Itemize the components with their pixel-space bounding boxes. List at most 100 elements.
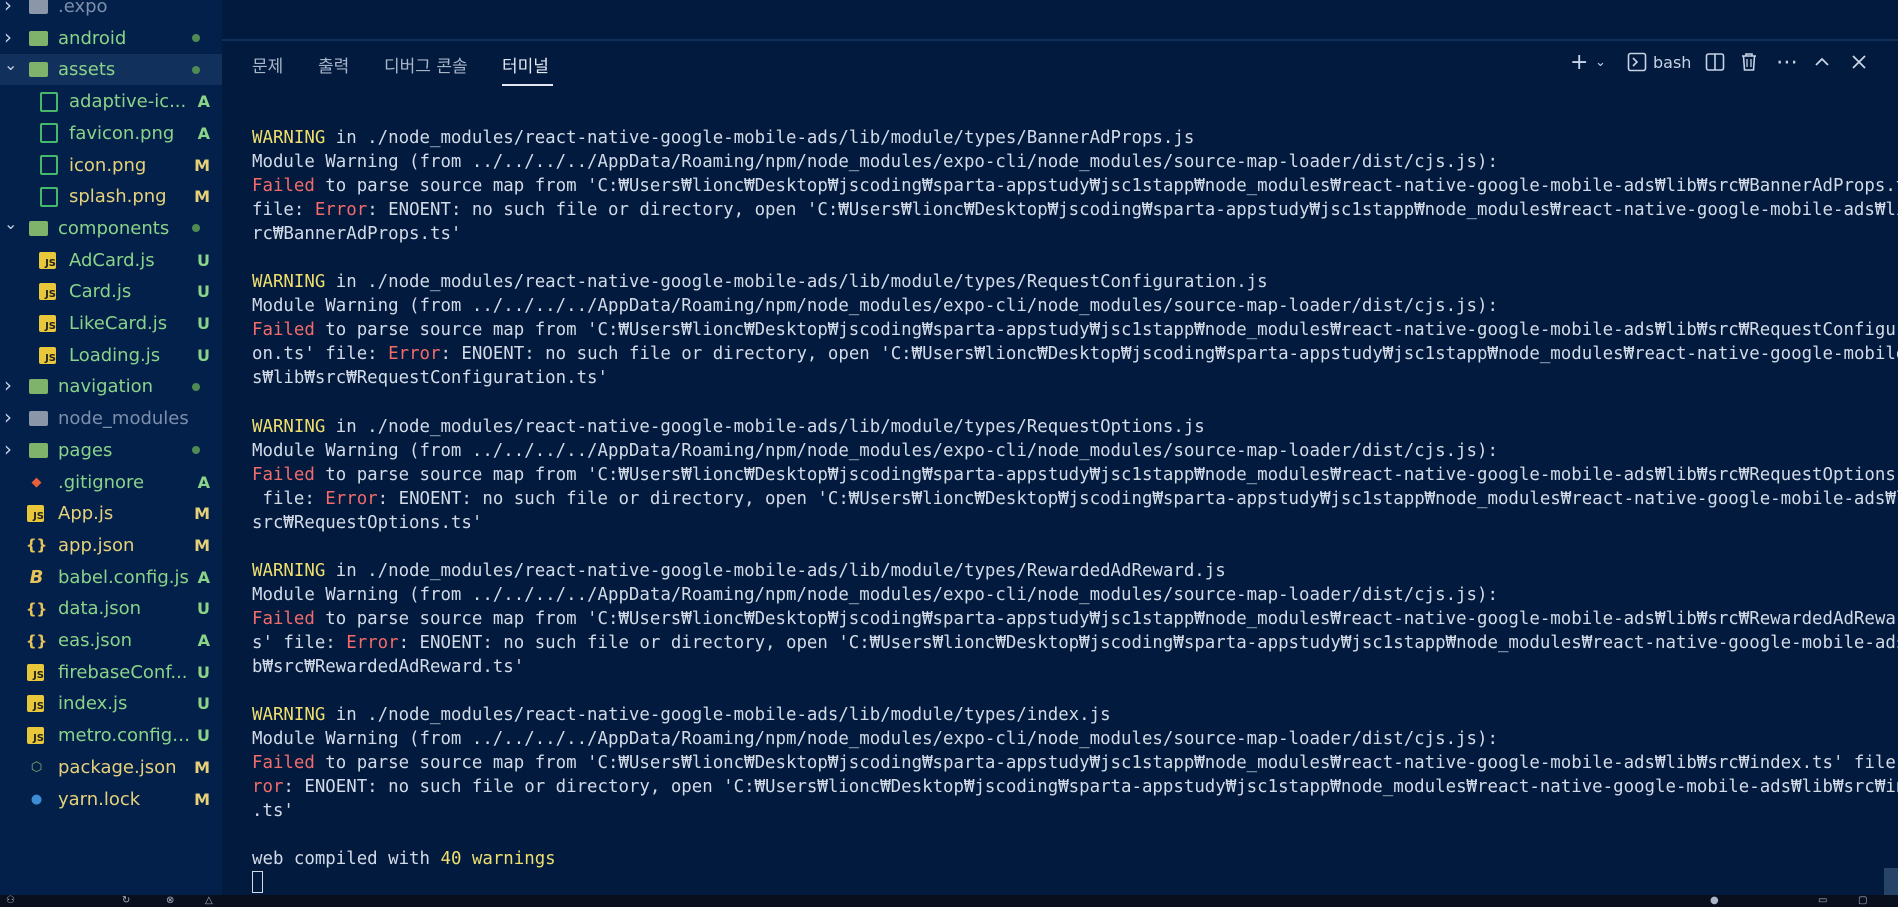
- explorer-item[interactable]: ◆ .gitignore A: [0, 467, 222, 498]
- terminal-output[interactable]: WARNING in ./node_modules/react-native-g…: [252, 126, 1898, 897]
- explorer-item[interactable]: ● yarn.lock M: [0, 784, 222, 815]
- tab-output[interactable]: 출력: [318, 52, 349, 77]
- explorer-item[interactable]: JS App.js M: [0, 498, 222, 529]
- javascript-file-icon: JS: [39, 251, 56, 269]
- explorer-item[interactable]: ⬡ package.json M: [0, 752, 222, 783]
- folder-icon: [29, 0, 48, 16]
- folder-icon: [29, 441, 48, 460]
- git-status-badge: M: [194, 535, 210, 555]
- maximize-panel-icon[interactable]: [1813, 50, 1831, 76]
- git-status-badge: M: [194, 187, 210, 207]
- explorer-item-label: Card.js: [69, 281, 132, 303]
- terminal-line: Failed to parse source map from 'C:₩User…: [252, 174, 1898, 198]
- tab-debug-console[interactable]: 디버그 콘솔: [384, 52, 468, 77]
- explorer-item[interactable]: JS AdCard.js U: [0, 245, 222, 276]
- tab-terminal[interactable]: 터미널: [502, 52, 549, 77]
- warnings-icon[interactable]: △: [205, 896, 219, 906]
- chevron-down-icon[interactable]: ⌄: [4, 57, 18, 73]
- explorer-item[interactable]: JS Loading.js U: [0, 340, 222, 371]
- account-icon[interactable]: ●: [1710, 896, 1724, 906]
- chevron-right-icon[interactable]: ›: [4, 407, 18, 427]
- terminal-line: Module Warning (from ../../../../AppData…: [252, 294, 1872, 318]
- terminal-line: WARNING in ./node_modules/react-native-g…: [252, 703, 1872, 727]
- layout-icon[interactable]: ▭: [1818, 896, 1832, 906]
- explorer-item[interactable]: › .expo: [0, 0, 222, 22]
- close-panel-icon[interactable]: [1850, 50, 1868, 76]
- explorer-item[interactable]: ⌄ assets: [0, 54, 222, 86]
- explorer-item[interactable]: JS Card.js U: [0, 276, 222, 307]
- terminal-text: : ENOENT: no such file or directory, ope…: [440, 344, 1898, 365]
- terminal-text: .ts': [252, 801, 294, 822]
- explorer-item[interactable]: favicon.png A: [0, 118, 222, 149]
- warning-text: 40 warnings: [440, 849, 556, 870]
- explorer-item[interactable]: {} eas.json A: [0, 625, 222, 656]
- json-file-icon: {}: [25, 536, 48, 555]
- explorer-item[interactable]: adaptive-ic... A: [0, 86, 222, 117]
- tab-problems[interactable]: 문제: [252, 52, 283, 77]
- chevron-down-icon[interactable]: ⌄: [1595, 50, 1606, 76]
- terminal-cursor: [252, 871, 263, 894]
- explorer-item[interactable]: splash.png M: [0, 181, 222, 212]
- error-text: Failed: [252, 608, 315, 629]
- terminal-text: Module Warning (from ../../../../AppData…: [252, 296, 1498, 317]
- warning-text: WARNING: [252, 416, 326, 437]
- git-status-badge: A: [197, 631, 210, 650]
- chevron-down-icon[interactable]: ⌄: [4, 215, 18, 231]
- panel-border: [222, 39, 1898, 41]
- more-actions-icon[interactable]: ⋯: [1776, 50, 1798, 76]
- explorer-item-label: app.json: [58, 534, 135, 556]
- explorer-item-label: index.js: [58, 693, 128, 715]
- terminal-scrollbar[interactable]: [1884, 868, 1898, 895]
- explorer-item[interactable]: JS LikeCard.js U: [0, 308, 222, 339]
- explorer-item[interactable]: › navigation: [0, 371, 222, 402]
- explorer-item[interactable]: Bbabel.config.js A: [0, 562, 222, 593]
- explorer-item-label: Loading.js: [69, 344, 161, 366]
- javascript-file-icon: JS: [27, 695, 44, 713]
- terminal-text: : ENOENT: no such file or directory, ope…: [377, 488, 1898, 509]
- notifications-icon[interactable]: ▢: [1858, 896, 1872, 906]
- git-status-badge: U: [197, 314, 210, 333]
- terminal-text: file:: [252, 200, 315, 221]
- terminal-text: Module Warning (from ../../../../AppData…: [252, 152, 1498, 173]
- split-terminal-icon[interactable]: [1705, 50, 1725, 76]
- terminal-line: WARNING in ./node_modules/react-native-g…: [252, 559, 1872, 583]
- remote-icon[interactable]: ⚇: [6, 896, 20, 906]
- terminal-line: src₩RequestOptions.ts': [252, 511, 1872, 535]
- explorer-item[interactable]: › android: [0, 23, 222, 54]
- explorer-item[interactable]: {} app.json M: [0, 530, 222, 561]
- explorer-item[interactable]: JS index.js U: [0, 688, 222, 719]
- sync-icon[interactable]: ↻: [122, 896, 136, 906]
- explorer-item[interactable]: › pages: [0, 435, 222, 466]
- terminal-line: Module Warning (from ../../../../AppData…: [252, 439, 1872, 463]
- terminal-shell-icon[interactable]: [1627, 50, 1647, 76]
- explorer-item[interactable]: JS metro.config.js U: [0, 720, 222, 751]
- terminal-text: in ./node_modules/react-native-google-mo…: [325, 272, 1268, 293]
- status-bar: ⚇ ↻ ⊗ △ ● ▭ ▢: [0, 895, 1898, 907]
- chevron-right-icon[interactable]: ›: [4, 27, 18, 47]
- trash-icon[interactable]: [1740, 50, 1758, 76]
- chevron-right-icon[interactable]: ›: [4, 0, 18, 15]
- explorer-item[interactable]: ⌄ components: [0, 213, 222, 244]
- terminal-prompt-line[interactable]: [252, 871, 1872, 896]
- git-status-badge: M: [194, 155, 210, 175]
- explorer-item[interactable]: {} data.json U: [0, 593, 222, 624]
- git-status-badge: M: [194, 757, 210, 777]
- terminal-line: Failed to parse source map from 'C:₩User…: [252, 318, 1898, 342]
- terminal-line: web compiled with 40 warnings: [252, 847, 1872, 871]
- terminal-line: Module Warning (from ../../../../AppData…: [252, 150, 1872, 174]
- error-text: Error: [346, 632, 399, 653]
- explorer-item-label: icon.png: [69, 154, 147, 176]
- new-terminal-icon[interactable]: +: [1570, 50, 1588, 76]
- errors-icon[interactable]: ⊗: [166, 896, 180, 906]
- explorer-item[interactable]: JS firebaseConf... U: [0, 657, 222, 688]
- git-status-badge: U: [197, 694, 210, 714]
- chevron-right-icon[interactable]: ›: [4, 375, 18, 395]
- shell-label[interactable]: bash: [1653, 50, 1691, 76]
- explorer-item[interactable]: › node_modules: [0, 403, 222, 434]
- explorer-item[interactable]: icon.png M: [0, 150, 222, 181]
- chevron-right-icon[interactable]: ›: [4, 439, 18, 459]
- terminal-text: Module Warning (from ../../../../AppData…: [252, 729, 1498, 750]
